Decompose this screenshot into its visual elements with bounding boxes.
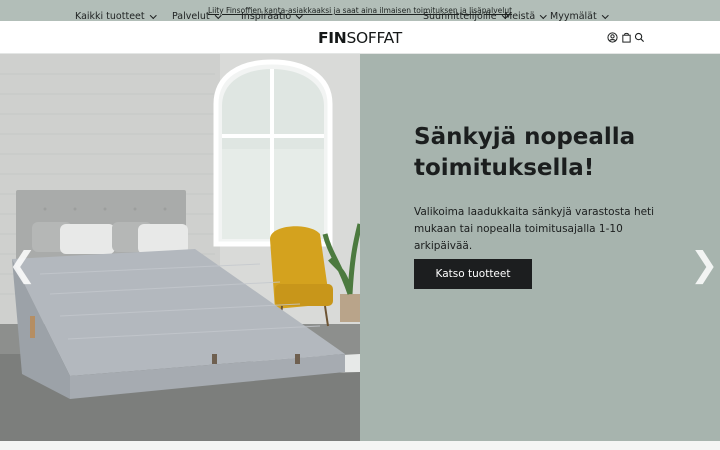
chevron-left-icon[interactable]: ❮ — [8, 248, 37, 282]
chevron-down-icon — [296, 11, 303, 19]
nav-item-about[interactable]: Meistä — [504, 0, 547, 33]
chevron-right-icon[interactable]: ❯ — [690, 248, 719, 282]
nav-item-services[interactable]: Palvelut — [172, 0, 222, 33]
chevron-down-icon — [540, 11, 547, 19]
logo-soffat: SOFFAT — [346, 28, 402, 47]
logo-fin: FIN — [318, 28, 347, 47]
chevron-down-icon — [601, 11, 609, 19]
browse-products-button[interactable]: Katso tuotteet — [414, 259, 532, 289]
nav-item-designers[interactable]: Suunnittelijoille — [423, 0, 508, 33]
below-fold-strip — [0, 441, 720, 450]
logo[interactable]: FIN SOFFAT — [318, 21, 402, 54]
nav-item-inspiration[interactable]: Inspiraatio — [241, 0, 303, 33]
chevron-down-icon — [149, 11, 157, 19]
hero-image-bedroom — [0, 54, 360, 441]
search-icon[interactable] — [634, 32, 645, 43]
cart-icon[interactable] — [621, 32, 632, 43]
user-icon[interactable] — [607, 32, 618, 43]
nav-label: Inspiraatio — [241, 11, 292, 22]
bedroom-photo — [0, 54, 360, 441]
nav-label: Kaikki tuotteet — [75, 11, 145, 22]
nav-label: Meistä — [504, 11, 536, 22]
nav-label: Palvelut — [172, 11, 210, 22]
chevron-down-icon — [214, 11, 222, 19]
hero-title: Sänkyjä nopealla toimituksella! — [414, 124, 636, 181]
nav-item-stores[interactable]: Myymälät — [550, 0, 609, 33]
nav-item-all-products[interactable]: Kaikki tuotteet — [75, 0, 157, 33]
nav-label: Myymälät — [550, 11, 597, 22]
hero-description: Valikoima laadukkaita sänkyjä varastosta… — [414, 206, 655, 252]
nav-label: Suunnittelijoille — [423, 11, 497, 22]
